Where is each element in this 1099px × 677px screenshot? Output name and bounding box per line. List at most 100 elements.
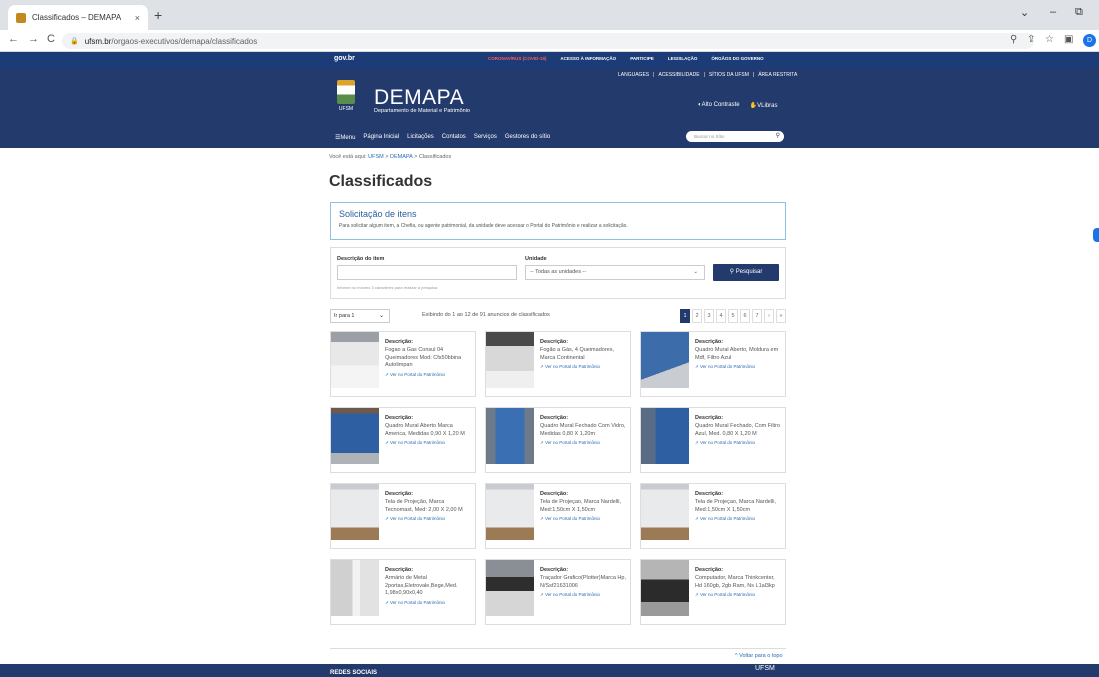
ufsm-logo[interactable]: UFSM [335, 80, 357, 114]
breadcrumb-ufsm[interactable]: UFSM [368, 154, 384, 160]
restore-button[interactable]: ⧉ [1075, 6, 1083, 19]
item-photo[interactable] [331, 332, 379, 388]
classified-card[interactable]: Descrição: Armário de Metal 2portas,Eletr… [330, 559, 476, 625]
item-photo[interactable] [641, 560, 689, 616]
classified-card[interactable]: Descrição: Fogão a Gás, 4 Queimadores, Ma… [485, 331, 631, 397]
search-button[interactable]: ⚲ Pesquisar [713, 264, 779, 281]
languages-link[interactable]: LANGUAGES [618, 72, 649, 78]
unit-label: Unidade [525, 256, 547, 262]
card-label: Descrição: [695, 339, 724, 345]
forward-button[interactable]: → [28, 33, 39, 45]
portal-link[interactable]: ↗ Ver no Portal do Patrimônio [385, 516, 473, 522]
nav-pagina-inicial[interactable]: Página Inicial [363, 134, 399, 141]
card-description: Fogão a Gás, 4 Queimadores, Marca Contin… [540, 347, 614, 361]
item-photo[interactable] [486, 484, 534, 540]
card-body: Descrição: Tela de Projeçao, Marca Nardel… [695, 491, 783, 522]
acessibilidade-link[interactable]: ACESSIBILIDADE [658, 72, 699, 78]
classified-card[interactable]: Descrição: Traçador Grafico(Plotter)Marca… [485, 559, 631, 625]
side-panel-icon[interactable]: ▣ [1064, 34, 1073, 45]
item-photo[interactable] [641, 484, 689, 540]
site-title[interactable]: DEMAPA [374, 86, 464, 110]
portal-link[interactable]: ↗ Ver no Portal do Patrimônio [695, 516, 783, 522]
vlibras-button[interactable]: ✋VLibras [750, 102, 778, 109]
social-heading: REDES SOCIAIS [330, 670, 378, 676]
reload-button[interactable]: C [47, 33, 55, 45]
portal-link[interactable]: ↗ Ver no Portal do Patrimônio [385, 372, 473, 378]
classified-card[interactable]: Descrição: Quadro Mural Aberto, Moldura e… [640, 331, 786, 397]
back-button[interactable]: ← [8, 33, 19, 45]
item-photo[interactable] [331, 560, 379, 616]
address-bar: ← → C 🔒 ufsm.br /orgaos-executivos/demap… [0, 30, 1099, 52]
nav-contatos[interactable]: Contatos [442, 134, 466, 141]
browser-tabbar: Classificados – DEMAPA × + ⌄ – ⧉ [0, 0, 1099, 30]
ufsm-crest-icon [337, 80, 355, 104]
portal-link[interactable]: ↗ Ver no Portal do Patrimônio [540, 516, 628, 522]
classified-card[interactable]: Descrição: Tela de Projeção, Marca Tecnom… [330, 483, 476, 549]
close-tab-icon[interactable]: × [135, 13, 140, 23]
nav-licitacoes[interactable]: Licitações [407, 134, 434, 141]
page-2[interactable]: 2 [692, 309, 702, 323]
page-4[interactable]: 4 [716, 309, 726, 323]
profile-avatar[interactable]: D [1083, 34, 1096, 47]
classified-card[interactable]: Descrição: Quadro Mural Aberto Marca Amer… [330, 407, 476, 473]
page-5[interactable]: 5 [728, 309, 738, 323]
item-photo[interactable] [486, 332, 534, 388]
classified-card[interactable]: Descrição: Tela de Projeçao, Marca Nardel… [640, 483, 786, 549]
footer: REDES SOCIAIS UFSM [0, 664, 1099, 677]
url-input[interactable]: 🔒 ufsm.br /orgaos-executivos/demapa/clas… [62, 33, 1034, 49]
portal-link[interactable]: ↗ Ver no Portal do Patrimônio [540, 440, 628, 446]
gov-logo[interactable]: gov.br [334, 55, 355, 62]
footer-ufsm-logo[interactable]: UFSM [755, 665, 775, 672]
zoom-icon[interactable]: ⚲ [1010, 34, 1017, 45]
portal-link[interactable]: ↗ Ver no Portal do Patrimônio [695, 364, 783, 370]
breadcrumb-demapa[interactable]: DEMAPA [390, 154, 413, 160]
nav-gestores[interactable]: Gestores do sítio [505, 134, 550, 141]
page-last[interactable]: » [776, 309, 786, 323]
page-3[interactable]: 3 [704, 309, 714, 323]
gov-link-covid[interactable]: CORONAVÍRUS (COVID-19) [488, 56, 546, 61]
share-icon[interactable]: ⇪ [1027, 34, 1035, 45]
new-tab-button[interactable]: + [154, 7, 162, 23]
item-photo[interactable] [331, 484, 379, 540]
portal-link[interactable]: ↗ Ver no Portal do Patrimônio [695, 592, 783, 598]
page-1[interactable]: 1 [680, 309, 690, 323]
nav-servicos[interactable]: Serviços [474, 134, 497, 141]
search-icon[interactable]: ⚲ [776, 131, 780, 142]
item-photo[interactable] [486, 560, 534, 616]
gov-link-orgaos[interactable]: ÓRGÃOS DO GOVERNO [711, 56, 763, 61]
classified-card[interactable]: Descrição: Quadro Mural Fechado Com Vidro… [485, 407, 631, 473]
unit-select[interactable]: -- Todas as unidades -- ⌄ [525, 265, 705, 280]
portal-link[interactable]: ↗ Ver no Portal do Patrimônio [385, 600, 473, 606]
item-photo[interactable] [641, 332, 689, 388]
item-photo[interactable] [486, 408, 534, 464]
back-to-top-link[interactable]: ^ Voltar para o topo [735, 653, 783, 659]
portal-link[interactable]: ↗ Ver no Portal do Patrimônio [540, 364, 628, 370]
site-search-input[interactable]: Buscar no Sítio ⚲ [686, 131, 784, 142]
classified-card[interactable]: Descrição: Tela de Projeçao, Marca Nardel… [485, 483, 631, 549]
gov-link-participe[interactable]: PARTICIPE [630, 56, 654, 61]
portal-link[interactable]: ↗ Ver no Portal do Patrimônio [540, 592, 628, 598]
tab-search-icon[interactable]: ⌄ [1020, 6, 1029, 19]
side-widget-tab[interactable] [1093, 228, 1099, 242]
gov-link-legislacao[interactable]: LEGISLAÇÃO [668, 56, 698, 61]
minimize-button[interactable]: – [1050, 6, 1056, 18]
page-6[interactable]: 6 [740, 309, 750, 323]
menu-button[interactable]: ☰Menu [335, 134, 355, 141]
portal-link[interactable]: ↗ Ver no Portal do Patrimônio [695, 440, 783, 446]
classified-card[interactable]: Descrição: Computador, Marca Thinkcenter,… [640, 559, 786, 625]
gov-link-acesso[interactable]: ACESSO À INFORMAÇÃO [560, 56, 616, 61]
page-next[interactable]: › [764, 309, 774, 323]
sitios-link[interactable]: SÍTIOS DA UFSM [709, 72, 749, 78]
browser-tab[interactable]: Classificados – DEMAPA × [8, 5, 148, 30]
goto-page-select[interactable]: Ir para 1 ⌄ [330, 309, 390, 323]
portal-link[interactable]: ↗ Ver no Portal do Patrimônio [385, 440, 473, 446]
bookmark-star-icon[interactable]: ☆ [1045, 34, 1054, 45]
classified-card[interactable]: Descrição: Fogao a Gas Consul 04 Queimado… [330, 331, 476, 397]
classified-card[interactable]: Descrição: Quadro Mural Fechado, Com Filt… [640, 407, 786, 473]
item-photo[interactable] [331, 408, 379, 464]
item-photo[interactable] [641, 408, 689, 464]
area-restrita-link[interactable]: ÁREA RESTRITA [758, 72, 797, 78]
page-7[interactable]: 7 [752, 309, 762, 323]
description-input[interactable] [337, 265, 517, 280]
high-contrast-button[interactable]: ◐Alto Contraste [698, 102, 740, 109]
